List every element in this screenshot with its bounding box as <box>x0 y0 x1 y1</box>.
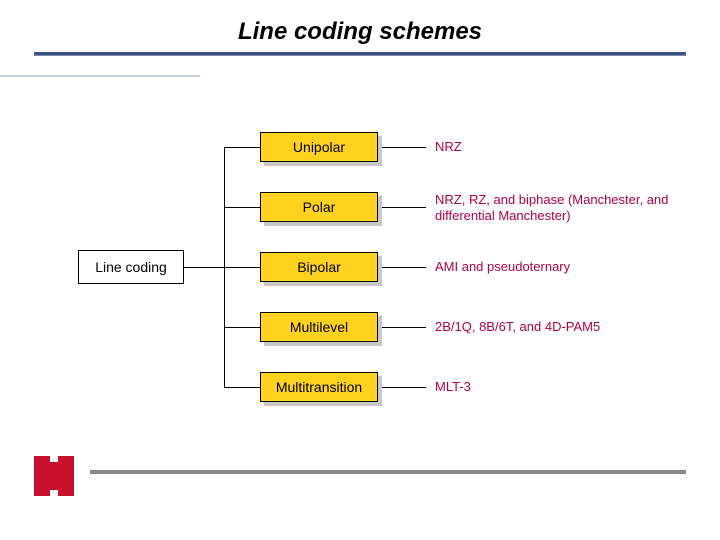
root-label: Line coding <box>95 259 167 275</box>
connector-detail <box>382 207 426 208</box>
connector-branch <box>224 207 260 208</box>
connector-detail <box>382 147 426 148</box>
category-label: Multilevel <box>290 319 348 335</box>
category-label: Multitransition <box>276 379 362 395</box>
category-detail: AMI and pseudoternary <box>435 259 570 275</box>
connector-branch <box>224 387 260 388</box>
category-label: Unipolar <box>293 139 345 155</box>
category-box: Polar <box>260 192 378 222</box>
connector-trunk <box>184 267 224 268</box>
category-box: Unipolar <box>260 132 378 162</box>
category-node: Multilevel <box>260 312 382 346</box>
category-label: Bipolar <box>297 259 341 275</box>
connector-detail <box>382 387 426 388</box>
category-node: Multitransition <box>260 372 382 406</box>
connector-branch <box>224 147 260 148</box>
uh-logo <box>34 456 74 496</box>
category-node: Bipolar <box>260 252 382 286</box>
connector-detail <box>382 327 426 328</box>
category-detail: NRZ, RZ, and biphase (Manchester, and di… <box>435 192 695 225</box>
category-node: Polar <box>260 192 382 226</box>
connector-branch <box>224 327 260 328</box>
title-divider-stub <box>0 75 200 77</box>
category-label: Polar <box>303 199 336 215</box>
connector-detail <box>382 267 426 268</box>
root-node: Line coding <box>78 250 184 284</box>
category-detail: 2B/1Q, 8B/6T, and 4D-PAM5 <box>435 319 600 335</box>
connector-branch <box>224 267 260 268</box>
title-divider <box>34 52 686 56</box>
category-box: Multilevel <box>260 312 378 342</box>
category-node: Unipolar <box>260 132 382 166</box>
page-title: Line coding schemes <box>0 0 720 46</box>
category-detail: MLT-3 <box>435 379 471 395</box>
diagram-canvas: Line coding Unipolar NRZ Polar NRZ, RZ, … <box>0 120 720 440</box>
category-box: Multitransition <box>260 372 378 402</box>
category-detail: NRZ <box>435 139 462 155</box>
category-box: Bipolar <box>260 252 378 282</box>
footer-divider <box>90 470 686 474</box>
